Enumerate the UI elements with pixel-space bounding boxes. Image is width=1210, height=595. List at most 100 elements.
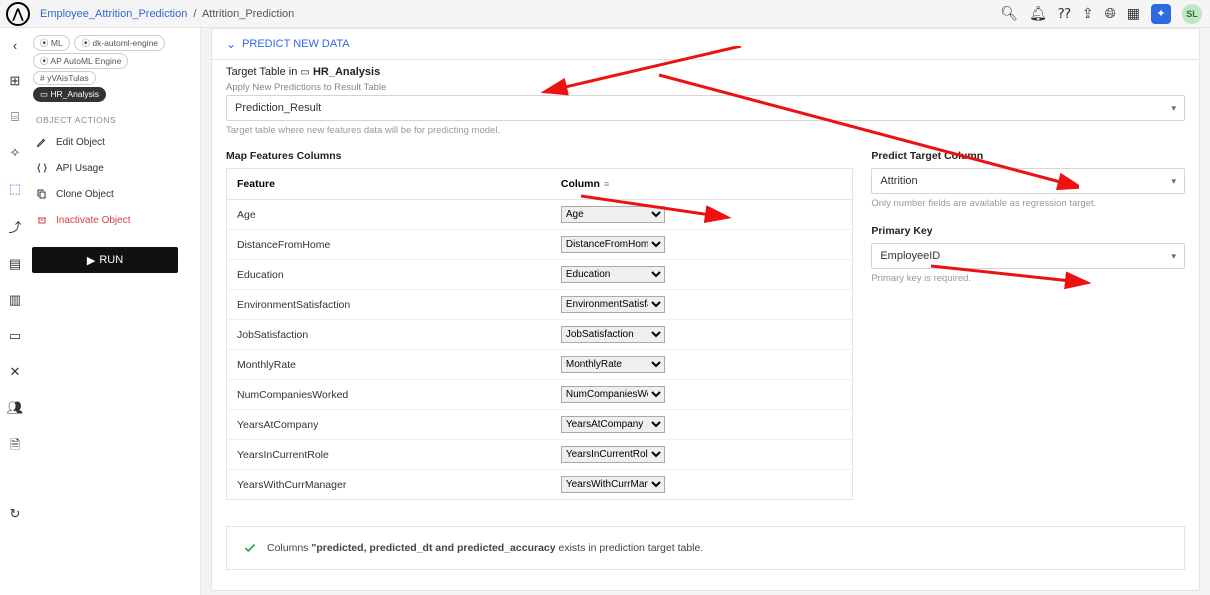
feature-cell: YearsAtCompany: [227, 410, 551, 440]
api-usage-action[interactable]: API Usage: [32, 155, 194, 181]
column-select[interactable]: Education: [561, 266, 665, 283]
tag-token[interactable]: # yVAisTulas: [33, 71, 96, 85]
inactivate-object-action[interactable]: Inactivate Object: [32, 207, 194, 233]
top-icon-bar: 🔍︎ 🔔︎ ⁇ ⇪ 🌐︎ ▦ ✦ SL: [1000, 4, 1202, 24]
column-select[interactable]: YearsWithCurrManager: [561, 476, 665, 493]
rail-tools-icon[interactable]: ✕: [10, 364, 21, 380]
th-feature[interactable]: Feature: [227, 169, 551, 200]
search-icon[interactable]: 🔍︎: [1000, 5, 1018, 22]
tag-automl[interactable]: ⦿ AP AutoML Engine: [33, 53, 128, 69]
run-button[interactable]: ▶ RUN: [32, 247, 178, 273]
column-select[interactable]: YearsAtCompany: [561, 416, 665, 433]
column-cell: YearsInCurrentRole: [551, 440, 853, 470]
sort-icon[interactable]: ≡: [604, 179, 609, 189]
column-cell: MonthlyRate: [551, 350, 853, 380]
table-row: YearsInCurrentRole YearsInCurrentRole: [227, 440, 853, 470]
app-logo-icon[interactable]: ⋀: [6, 2, 30, 26]
table-row: EducationEducation: [227, 260, 853, 290]
primary-key-help: Primary key is required.: [871, 273, 1185, 284]
column-select[interactable]: DistanceFromHome: [561, 236, 665, 253]
column-select[interactable]: Age: [561, 206, 665, 223]
rail-back-icon[interactable]: ‹: [13, 38, 17, 53]
map-features-column: Map Features Columns Feature Column≡ Age…: [226, 150, 853, 500]
feature-cell: YearsInCurrentRole: [227, 440, 551, 470]
feature-cell: EnvironmentSatisfaction: [227, 290, 551, 320]
rail-chip-icon[interactable]: ⌸: [11, 109, 19, 125]
bell-icon[interactable]: 🔔︎: [1029, 5, 1047, 22]
share-icon[interactable]: ⇪: [1082, 5, 1094, 22]
result-table-select[interactable]: Prediction_Result: [226, 95, 1185, 121]
target-table-name: HR_Analysis: [313, 66, 380, 78]
feature-cell: YearsWithCurrManager: [227, 470, 551, 500]
tag-row-3: ▭ HR_Analysis: [32, 86, 194, 103]
predict-target-select[interactable]: Attrition: [871, 168, 1185, 194]
table-row: YearsAtCompany YearsAtCompany: [227, 410, 853, 440]
predict-target-label: Predict Target Column: [871, 150, 1185, 162]
rail-doc-icon[interactable]: 🗎: [10, 436, 20, 458]
feature-cell: MonthlyRate: [227, 350, 551, 380]
column-cell: Age: [551, 200, 853, 230]
column-select[interactable]: MonthlyRate: [561, 356, 665, 373]
breadcrumb-current: Attrition_Prediction: [202, 8, 294, 20]
table-icon: ▭: [300, 67, 309, 78]
rail-box-icon[interactable]: ⬚: [9, 181, 21, 197]
column-cell: JobSatisfaction: [551, 320, 853, 350]
column-select[interactable]: EnvironmentSatisfaction: [561, 296, 665, 313]
table-row: JobSatisfaction JobSatisfaction: [227, 320, 853, 350]
feature-cell: NumCompaniesWorked: [227, 380, 551, 410]
object-actions-label: OBJECT ACTIONS: [36, 115, 194, 125]
tag-row: ⦿ ML ⦿ dk-automl-engine: [32, 34, 194, 52]
globe-icon[interactable]: 🌐︎: [1105, 5, 1116, 22]
rail-graph-icon[interactable]: ✧: [10, 145, 21, 161]
feature-cell: JobSatisfaction: [227, 320, 551, 350]
edit-object-action[interactable]: Edit Object: [32, 129, 194, 155]
check-icon: [243, 541, 257, 555]
primary-key-label: Primary Key: [871, 225, 1185, 237]
rail-db-icon[interactable]: ▤: [9, 256, 21, 272]
rail-branch-icon[interactable]: ⤴: [8, 217, 21, 236]
tag-active-hr[interactable]: ▭ HR_Analysis: [33, 87, 106, 102]
tag-row-2: ⦿ AP AutoML Engine # yVAisTulas: [32, 52, 194, 86]
body-card: Target Table in ▭ HR_Analysis Apply New …: [211, 60, 1200, 591]
primary-key-select[interactable]: EmployeeID: [871, 243, 1185, 269]
column-cell: Education: [551, 260, 853, 290]
th-column[interactable]: Column≡: [551, 169, 853, 200]
user-avatar[interactable]: SL: [1182, 4, 1202, 24]
table-row: MonthlyRate MonthlyRate: [227, 350, 853, 380]
table-row: NumCompaniesWorked NumCompaniesWorked: [227, 380, 853, 410]
table-row: DistanceFromHomeDistanceFromHome: [227, 230, 853, 260]
rail-layers-icon[interactable]: ▥: [9, 292, 21, 308]
rail-refresh-icon[interactable]: ↻: [10, 506, 21, 522]
map-features-label: Map Features Columns: [226, 150, 853, 162]
status-message: Columns "predicted, predicted_dt and pre…: [226, 526, 1185, 570]
column-select[interactable]: NumCompaniesWorked: [561, 386, 665, 403]
archive-icon: [36, 214, 48, 226]
table-row: AgeAge: [227, 200, 853, 230]
column-cell: NumCompaniesWorked: [551, 380, 853, 410]
table-row: EnvironmentSatisfaction EnvironmentSatisf…: [227, 290, 853, 320]
nav-rail: ‹ ⊞ ⌸ ✧ ⬚ ⤴ ▤ ▥ ▭ ✕ 👥︎ 🗎 ↻: [0, 28, 30, 595]
breadcrumb-parent[interactable]: Employee_Attrition_Prediction: [40, 8, 187, 20]
column-select[interactable]: JobSatisfaction: [561, 326, 665, 343]
apply-label: Apply New Predictions to Result Table: [226, 82, 1185, 93]
braces-icon: [36, 162, 48, 174]
workspace-icon[interactable]: ✦: [1151, 4, 1171, 24]
top-bar: ⋀ Employee_Attrition_Prediction / Attrit…: [0, 0, 1210, 28]
section-header-predict[interactable]: PREDICT NEW DATA: [212, 29, 1199, 59]
rail-list-icon[interactable]: ▭: [9, 328, 21, 344]
help-icon[interactable]: ⁇: [1058, 5, 1071, 22]
apps-grid-icon[interactable]: ▦: [1127, 5, 1140, 22]
column-cell: YearsAtCompany: [551, 410, 853, 440]
features-table: Feature Column≡ AgeAgeDistanceFromHomeDi…: [226, 168, 853, 500]
column-cell: YearsWithCurrManager: [551, 470, 853, 500]
play-icon: ▶: [87, 254, 95, 267]
tag-engine[interactable]: ⦿ dk-automl-engine: [74, 35, 165, 51]
column-select[interactable]: YearsInCurrentRole: [561, 446, 665, 463]
result-help: Target table where new features data wil…: [226, 125, 1185, 136]
rail-users-icon[interactable]: 👥︎: [7, 400, 24, 416]
clone-object-action[interactable]: Clone Object: [32, 181, 194, 207]
right-options: Predict Target Column Attrition Only num…: [871, 150, 1185, 500]
table-row: YearsWithCurrManager YearsWithCurrManager: [227, 470, 853, 500]
tag-ml[interactable]: ⦿ ML: [33, 35, 70, 51]
rail-grid-icon[interactable]: ⊞: [10, 73, 21, 89]
